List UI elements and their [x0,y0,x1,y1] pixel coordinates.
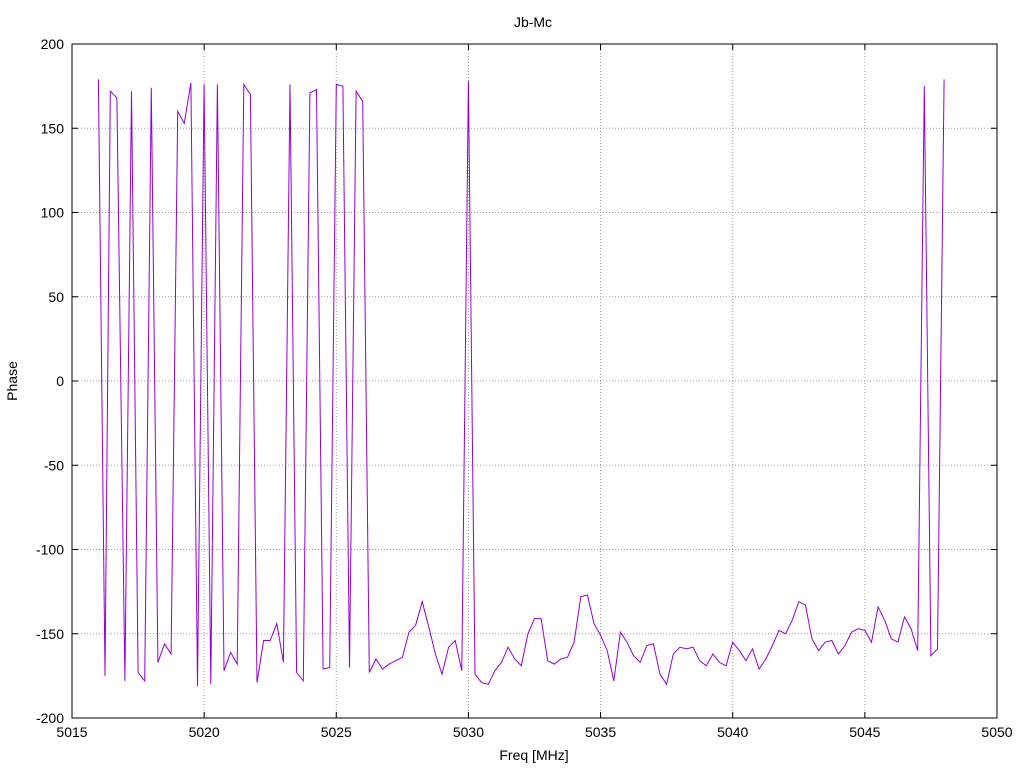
y-tick-label: 0 [56,373,64,389]
y-tick-label: -50 [44,457,64,473]
phase-chart: Jb-Mc 5015 5020 5025 5030 5035 5040 5045 5050 -… [4,14,1013,763]
y-tick-labels: -200 -150 -100 -50 0 50 100 150 200 [36,36,64,726]
x-tick-label: 5040 [717,724,748,740]
y-tick-label: 150 [41,120,65,136]
x-tick-label: 5015 [56,724,87,740]
y-tick-label: 200 [41,36,65,52]
y-tick-label: 50 [48,289,64,305]
y-axis-label: Phase [4,361,20,401]
x-axis-label: Freq [MHz] [499,747,568,763]
y-tick-label: -100 [36,542,64,558]
series-line [97,79,945,687]
x-tick-label: 5035 [585,724,616,740]
x-tick-label: 5030 [453,724,484,740]
x-tick-label: 5025 [321,724,352,740]
chart-title: Jb-Mc [514,14,552,30]
y-tick-label: -150 [36,626,64,642]
y-tick-label: -200 [36,710,64,726]
x-tick-label: 5020 [189,724,220,740]
x-tick-labels: 5015 5020 5025 5030 5035 5040 5045 5050 [56,724,1012,740]
x-tick-label: 5050 [981,724,1012,740]
grid-lines [72,44,997,718]
y-tick-label: 100 [41,205,65,221]
x-tick-label: 5045 [849,724,880,740]
